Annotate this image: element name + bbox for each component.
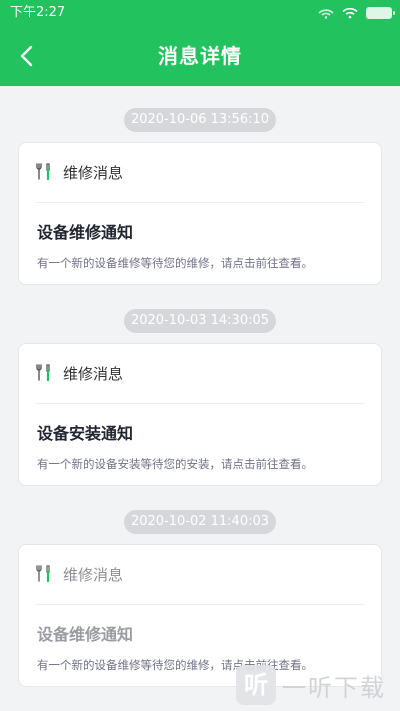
message-title: 设备维修通知 — [37, 223, 134, 242]
message-timestamp: 2020-10-06 13:56:10 — [124, 108, 276, 132]
battery-icon — [366, 7, 395, 19]
message-body: 有一个新的设备安装等待您的安装，请点击前往查看。 — [37, 457, 313, 471]
message-card[interactable]: 维修消息 设备安装通知 有一个新的设备安装等待您的安装，请点击前往查看。 — [18, 343, 382, 486]
page-title: 消息详情 — [158, 44, 242, 68]
signal-icon — [318, 9, 334, 19]
message-category: 维修消息 — [63, 164, 124, 182]
card-header: 维修消息 — [35, 545, 365, 605]
watermark-logo: 听 — [236, 665, 276, 705]
message-timestamp: 2020-10-02 11:40:03 — [124, 510, 276, 534]
message-timestamp: 2020-10-03 14:30:05 — [124, 309, 276, 333]
wrench-screwdriver-icon — [36, 565, 50, 583]
app-bar: 消息详情 — [0, 26, 400, 86]
message-category: 维修消息 — [63, 566, 124, 584]
message-card[interactable]: 维修消息 设备维修通知 有一个新的设备维修等待您的维修，请点击前往查看。 — [18, 142, 382, 285]
message-title: 设备维修通知 — [37, 625, 134, 644]
wrench-screwdriver-icon — [36, 364, 50, 382]
wifi-icon — [342, 7, 358, 19]
message-body: 有一个新的设备维修等待您的维修，请点击前往查看。 — [37, 256, 313, 270]
message-title: 设备安装通知 — [37, 424, 134, 443]
wrench-screwdriver-icon — [36, 163, 50, 181]
status-bar: 下午2:27 — [0, 0, 400, 26]
status-icons — [318, 5, 395, 21]
watermark-text: 一听下载 — [282, 673, 386, 702]
card-header: 维修消息 — [35, 344, 365, 404]
status-time: 下午2:27 — [10, 5, 66, 20]
watermark: 听 一听下载 — [236, 662, 386, 708]
message-category: 维修消息 — [63, 365, 124, 383]
card-header: 维修消息 — [35, 143, 365, 203]
